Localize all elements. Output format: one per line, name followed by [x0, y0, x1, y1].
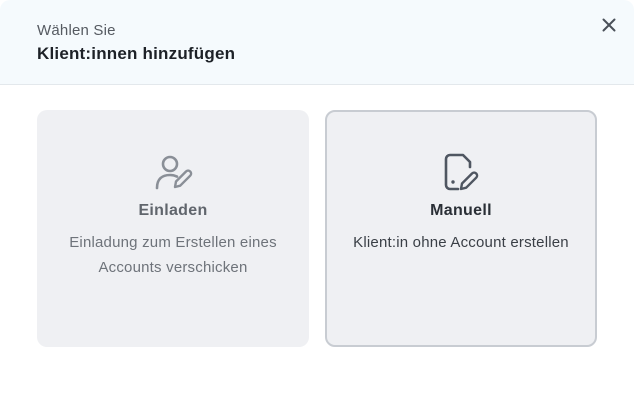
- manual-option-description: Klient:in ohne Account erstellen: [353, 234, 569, 251]
- document-pen-icon: [444, 153, 479, 191]
- manual-option-title: Manuell: [430, 202, 492, 219]
- dialog-header: Wählen Sie Klient:innen hinzufügen: [0, 0, 634, 85]
- add-client-dialog: Wählen Sie Klient:innen hinzufügen Einla…: [0, 0, 634, 400]
- invite-option-title: Einladen: [138, 202, 208, 219]
- dialog-subtitle: Wählen Sie: [37, 22, 116, 39]
- invite-option-description: Einladung zum Erstellen eines Accounts v…: [69, 234, 277, 276]
- invite-option-card[interactable]: Einladen Einladung zum Erstellen eines A…: [37, 110, 309, 347]
- close-button[interactable]: [598, 14, 620, 36]
- manual-option-card[interactable]: Manuell Klient:in ohne Account erstellen: [325, 110, 597, 347]
- dialog-title: Klient:innen hinzufügen: [37, 44, 236, 63]
- user-pen-icon: [155, 155, 193, 190]
- close-icon: [602, 18, 616, 32]
